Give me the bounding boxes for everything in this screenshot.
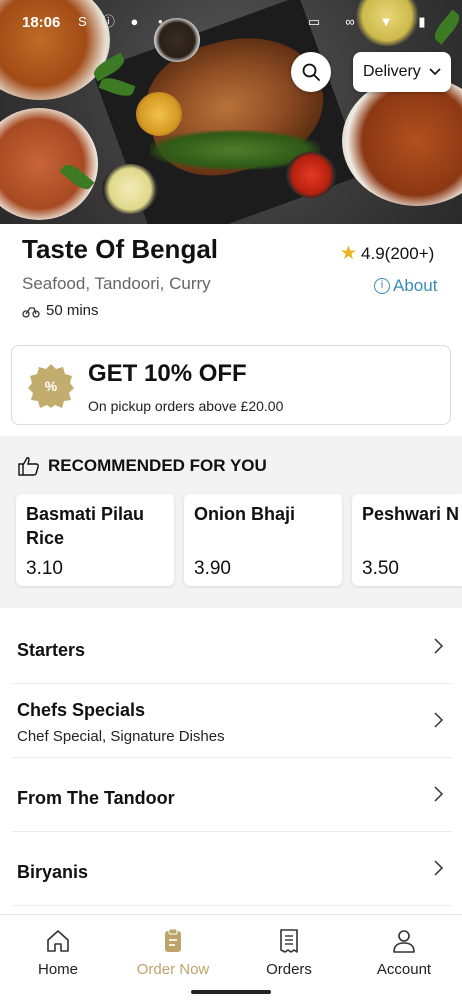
category-row-from-the-tandoor[interactable]: From The Tandoor xyxy=(12,758,452,832)
category-name: From The Tandoor xyxy=(17,788,175,808)
home-icon xyxy=(47,930,69,952)
offer-subtitle: On pickup orders above £20.00 xyxy=(88,398,284,414)
cuisine-tags: Seafood, Tandoori, Curry xyxy=(22,274,211,293)
category-row-chefs-specials[interactable]: Chefs Specials Chef Special, Signature D… xyxy=(12,684,452,758)
category-row-starters[interactable]: Starters xyxy=(12,610,452,684)
delivery-eta: 50 mins xyxy=(22,302,99,319)
notification-icon: S xyxy=(78,14,87,29)
wifi-icon: ▼ xyxy=(379,14,393,29)
dot-icon: ● xyxy=(157,17,163,26)
bottom-navigation: Home Order Now Orders Account xyxy=(0,914,462,1000)
eta-value: 50 mins xyxy=(46,302,99,319)
recommended-heading: RECOMMENDED FOR YOU xyxy=(18,456,267,476)
nav-home-label: Home xyxy=(37,961,78,978)
info-status-icon: ⓘ xyxy=(101,14,115,29)
nav-order-now-label: Order Now xyxy=(136,961,210,978)
rating-value: 4.9(200+) xyxy=(361,243,435,263)
recommended-item-price: 3.50 xyxy=(362,558,399,579)
recommended-item-price: 3.90 xyxy=(194,558,231,579)
gesture-bar[interactable] xyxy=(191,990,271,994)
nav-home[interactable]: Home xyxy=(8,927,108,978)
rider-icon xyxy=(22,306,40,318)
recommended-item[interactable]: Onion Bhaji 3.90 xyxy=(184,494,342,586)
thumbs-up-icon xyxy=(18,457,39,476)
chevron-right-icon xyxy=(434,786,444,802)
nav-orders[interactable]: Orders xyxy=(239,927,339,978)
about-label: About xyxy=(393,276,438,295)
recommended-item-name: Basmati Pilau Rice xyxy=(26,504,145,548)
recommended-title: RECOMMENDED FOR YOU xyxy=(48,456,267,475)
offer-title: GET 10% OFF xyxy=(88,360,247,387)
chevron-down-icon xyxy=(429,68,441,76)
recommended-item[interactable]: Basmati Pilau Rice 3.10 xyxy=(16,494,174,586)
category-name: Starters xyxy=(17,640,86,660)
nav-account-label: Account xyxy=(376,961,432,978)
recommended-item[interactable]: Peshwari N 3.50 xyxy=(352,494,462,586)
nav-order-now[interactable]: Order Now xyxy=(123,927,223,978)
order-icon xyxy=(165,928,181,952)
category-name: Biryanis xyxy=(17,862,89,882)
search-icon xyxy=(302,63,320,81)
svg-text:%: % xyxy=(45,378,58,394)
restaurant-info: Taste Of Bengal ★ 4.9(200+) Seafood, Tan… xyxy=(0,224,462,332)
chevron-right-icon xyxy=(434,638,444,654)
category-name: Chefs Specials xyxy=(17,700,146,720)
chevron-right-icon xyxy=(434,712,444,728)
discount-badge-icon: % xyxy=(28,364,74,408)
star-icon: ★ xyxy=(340,243,358,264)
category-description: Chef Special, Signature Dishes xyxy=(17,728,225,745)
restaurant-name: Taste Of Bengal xyxy=(22,234,219,264)
about-link[interactable]: i About xyxy=(374,276,437,296)
person-icon xyxy=(393,930,415,953)
info-icon: i xyxy=(374,278,390,294)
delivery-mode-dropdown[interactable]: Delivery xyxy=(353,52,451,92)
recommended-item-price: 3.10 xyxy=(26,558,63,579)
battery-icon: ▮ xyxy=(418,14,426,29)
status-time: 18:06 xyxy=(22,13,61,31)
rating: ★ 4.9(200+) xyxy=(340,242,434,265)
cast-icon: ▭ xyxy=(307,14,321,29)
recommended-item-name: Onion Bhaji xyxy=(194,504,295,524)
nav-account[interactable]: Account xyxy=(354,927,454,978)
recommended-item-name: Peshwari N xyxy=(362,504,460,524)
sync-icon: ● xyxy=(130,14,139,29)
recommended-section: RECOMMENDED FOR YOU Basmati Pilau Rice 3… xyxy=(0,436,462,608)
chevron-right-icon xyxy=(434,860,444,876)
offer-card[interactable]: % GET 10% OFF On pickup orders above £20… xyxy=(11,345,451,425)
receipt-icon xyxy=(280,929,298,953)
status-bar: 18:06 S ⓘ ● ● ▭ ∞ ▼ ▮ xyxy=(0,0,462,44)
nav-orders-label: Orders xyxy=(266,961,312,978)
search-button[interactable] xyxy=(291,52,331,92)
link-icon: ∞ xyxy=(345,14,355,29)
delivery-mode-label: Delivery xyxy=(363,63,421,80)
category-row-biryanis[interactable]: Biryanis xyxy=(12,832,452,906)
